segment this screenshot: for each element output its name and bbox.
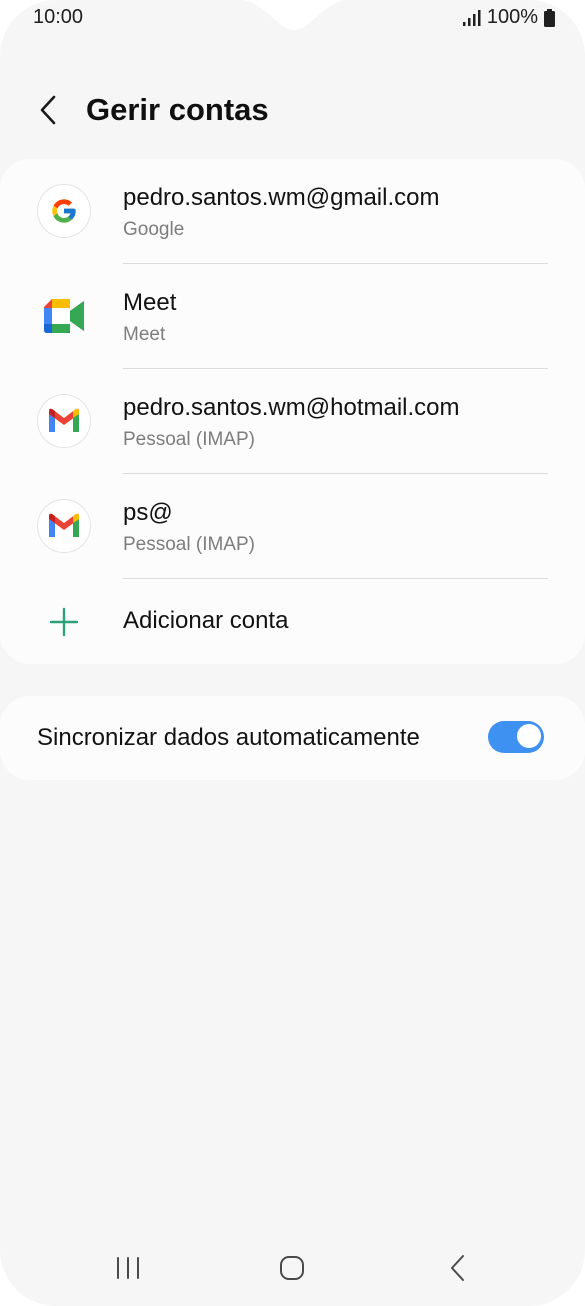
page-title: Gerir contas xyxy=(86,92,269,127)
sync-card[interactable]: Sincronizar dados automaticamente xyxy=(0,696,585,780)
google-icon xyxy=(52,199,76,223)
account-email: ps@ xyxy=(123,499,173,526)
account-row-google[interactable]: pedro.santos.wm@gmail.com Google xyxy=(0,159,585,264)
plus-icon xyxy=(49,607,79,637)
phone-screen: 10:00 100% Gerir contas pedro.santos.wm@… xyxy=(0,0,585,1306)
account-type: Meet xyxy=(123,324,166,345)
battery-icon xyxy=(544,8,555,27)
meet-icon xyxy=(44,299,84,333)
status-time: 10:00 xyxy=(33,6,84,28)
account-avatar xyxy=(38,290,90,342)
account-type: Google xyxy=(123,219,185,240)
battery-percent: 100% xyxy=(486,6,538,28)
account-avatar xyxy=(38,395,90,447)
account-avatar xyxy=(38,500,90,552)
gmail-icon xyxy=(49,513,79,537)
sync-toggle[interactable] xyxy=(488,721,544,753)
recents-button[interactable] xyxy=(108,1250,148,1286)
signal-icon xyxy=(462,9,481,26)
status-bar: 10:00 100% xyxy=(0,0,585,36)
gmail-icon xyxy=(49,408,79,432)
sync-label: Sincronizar dados automaticamente xyxy=(37,724,420,751)
recents-icon xyxy=(117,1257,139,1279)
add-account-button[interactable]: Adicionar conta xyxy=(0,579,585,664)
account-email: pedro.santos.wm@gmail.com xyxy=(123,184,440,211)
account-name: Meet xyxy=(123,289,177,316)
toggle-knob xyxy=(515,722,543,750)
home-button[interactable] xyxy=(272,1250,312,1286)
account-avatar xyxy=(38,185,90,237)
home-icon xyxy=(280,1256,304,1280)
app-header: Gerir contas xyxy=(0,82,585,138)
account-type: Pessoal (IMAP) xyxy=(123,534,255,555)
back-icon xyxy=(451,1255,464,1281)
account-row-meet[interactable]: Meet Meet xyxy=(0,264,585,369)
account-email: pedro.santos.wm@hotmail.com xyxy=(123,394,460,421)
accounts-card: pedro.santos.wm@gmail.com Google Meet Me… xyxy=(0,159,585,664)
nav-back-button[interactable] xyxy=(437,1250,477,1286)
back-button[interactable] xyxy=(26,88,70,132)
account-row-ps[interactable]: ps@ Pessoal (IMAP) xyxy=(0,474,585,579)
navigation-bar xyxy=(0,1236,585,1300)
chevron-left-icon xyxy=(40,95,56,125)
add-account-label: Adicionar conta xyxy=(123,607,289,634)
account-row-hotmail[interactable]: pedro.santos.wm@hotmail.com Pessoal (IMA… xyxy=(0,369,585,474)
account-type: Pessoal (IMAP) xyxy=(123,429,255,450)
status-indicators: 100% xyxy=(462,6,555,29)
